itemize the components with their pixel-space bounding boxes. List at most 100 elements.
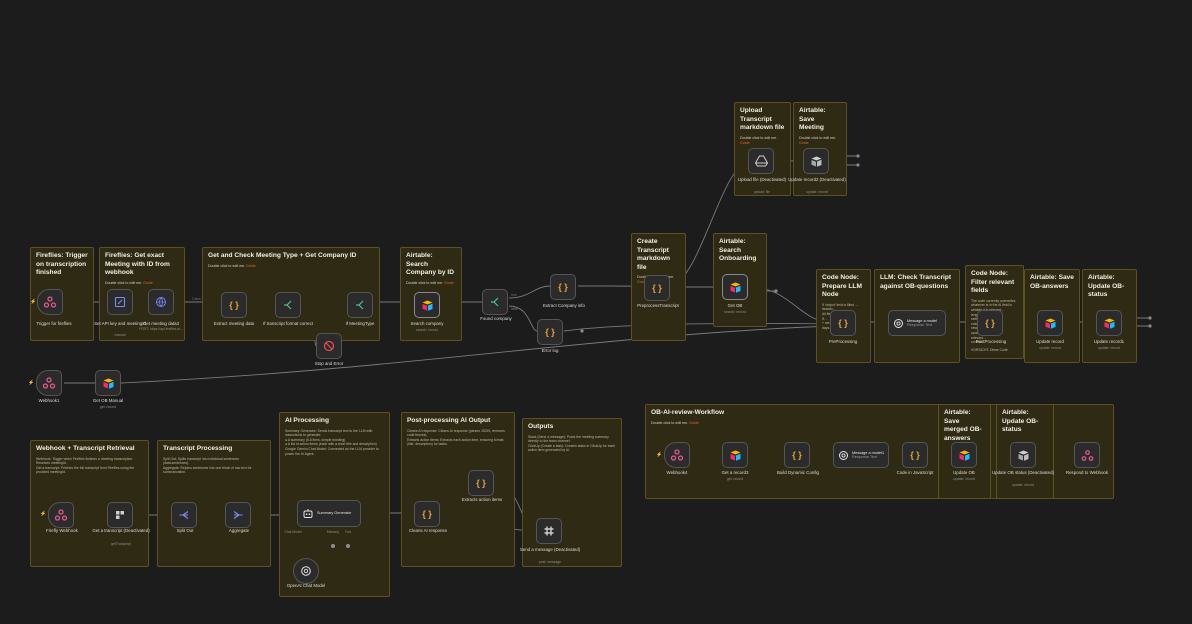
found-company-node[interactable] [482,289,508,315]
firefly-webhook-node[interactable] [48,502,74,528]
svg-text:1 item: 1 item [192,297,201,301]
code-icon: { } [229,300,239,310]
node-label: Get OB [727,303,743,308]
get-meeting-data-node[interactable] [148,289,174,315]
get-record3-node[interactable] [722,442,748,468]
node-label: Cleans AI response [408,528,448,533]
trigger-bolt-icon: ⚡ [40,511,47,517]
airtable-icon [811,156,821,167]
svg-text:true: true [511,293,517,297]
node-label: Error log [541,348,559,353]
airtable-icon [1045,318,1055,329]
node-label: Search company [410,321,444,326]
sticky-title: Fireflies: Trigger on transcription fini… [36,252,88,277]
port-label-tool: Tool [344,530,352,534]
set-api-key-node[interactable] [107,289,133,315]
openai-icon [894,318,903,328]
get-ob-manual-node[interactable] [95,370,121,396]
sticky-body: Slack (Send a message): Posts the meetin… [528,434,616,453]
airtable-icon [1018,450,1028,461]
sticky-title: Fireflies: Get exact Meeting with ID fro… [105,252,170,277]
node-label: Stop and Error [314,361,344,366]
sticky-title: Webhook + Transcript Retrieval [36,445,135,452]
openai-icon [839,450,848,460]
update-ob-status-node[interactable] [1010,442,1036,468]
node-subtitle: get: record [726,477,744,481]
send-message-node[interactable] [536,518,562,544]
preprocessing-node[interactable]: { } [830,310,856,336]
node-subtitle: search: record [724,310,746,314]
port-label-chat: Chat Model [284,530,302,534]
node-label: Extract Company info [543,303,585,308]
sticky-hint: Double click to edit me. Guide [406,280,454,285]
sticky-title: Airtable: Search Onboarding [719,238,757,263]
error-log-node[interactable]: { } [537,319,563,345]
stop-error-node[interactable] [316,333,342,359]
if-icon [284,300,292,310]
extract-company-node[interactable]: { } [550,274,576,300]
sticky-title: Get and Check Meeting Type + Get Company… [208,252,357,259]
sticky-title: Airtable: Update OB-status [1088,274,1125,299]
sticky-outputs[interactable]: Outputs Slack (Send a message): Posts th… [522,418,622,567]
extract-meeting-node[interactable]: { } [221,292,247,318]
aggregate-node[interactable] [225,502,251,528]
sticky-title: Code Node: Filter relevant fields [971,270,1015,295]
postprocessing-node[interactable]: { } [977,310,1003,336]
chat-model-node[interactable] [293,558,319,584]
extracts-action-node[interactable]: { } [468,470,494,496]
build-config-node[interactable]: { } [784,442,810,468]
sticky-title: Airtable: Save merged OB-answers [944,409,982,442]
respond-webhook-node[interactable] [1074,442,1100,468]
sticky-body: Cleans AI response: Cleans AI response (… [407,428,505,447]
globe-icon [156,297,166,308]
search-company-node[interactable] [414,292,440,318]
openai-icon [301,566,311,576]
sticky-title: Airtable: Update OB-status [1002,409,1039,434]
airtable-icon [730,282,740,293]
sticky-hint: Double click to edit me. Guide [740,135,778,145]
node-title: Summary Generator [317,511,352,516]
code-icon: { } [910,450,920,460]
trigger-bolt-icon: ⚡ [28,380,35,386]
node-subtitle: update: record [1098,346,1120,350]
get-transcript-node[interactable] [107,502,133,528]
node-label: If transcript format correct [262,321,314,326]
webhook-icon [42,377,56,389]
tool-port[interactable] [346,544,350,548]
update-record1-node[interactable] [1096,310,1122,336]
sticky-post-processing[interactable]: Post-processing AI Output Cleans AI resp… [401,412,515,567]
preprocess-transcript-node[interactable]: { } [644,275,670,301]
sticky-title: Airtable: Save Meeting [799,107,826,132]
if-transcript-node[interactable] [275,292,301,318]
summary-generator-node[interactable]: Summary Generator [297,500,361,527]
webhook-icon [670,449,684,461]
update-record-node[interactable] [1037,310,1063,336]
node-label: Aggregate [228,528,250,533]
airtable-icon [103,378,113,389]
code-js-node[interactable]: { } [902,442,928,468]
workflow-canvas[interactable]: 1 item true false true false Fireflies: … [0,0,1192,624]
webhook1-node[interactable] [36,370,62,396]
update-ob-node[interactable] [951,442,977,468]
node-label: Update record2 (Deactivated) [788,177,846,182]
sticky-title: Airtable: Search Company by ID [406,252,454,277]
node-subtitle: getTranscript [111,542,131,546]
node-label: Send a message (Deactivated) [519,547,581,552]
webhook4-node[interactable] [664,442,690,468]
update-record2-node[interactable] [803,148,829,174]
if-meeting-type-node[interactable] [347,292,373,318]
message-model1-node[interactable]: Message a model1 Response Text [833,442,889,468]
memory-port[interactable] [331,544,335,548]
get-ob-node[interactable] [722,274,748,300]
message-model-node[interactable]: Message a model Response Text [888,310,946,336]
sticky-title: Post-processing AI Output [407,417,491,424]
cleans-ai-node[interactable]: { } [414,501,440,527]
upload-file-node[interactable] [748,148,774,174]
svg-text:false: false [511,307,518,311]
node-title: Message a model1 Response Text [852,450,885,459]
trigger-fireflies-node[interactable] [37,289,63,315]
split-out-node[interactable] [171,502,197,528]
edit-icon [114,296,126,308]
code-icon: { } [838,318,848,328]
node-subtitle: post: message [538,560,562,564]
